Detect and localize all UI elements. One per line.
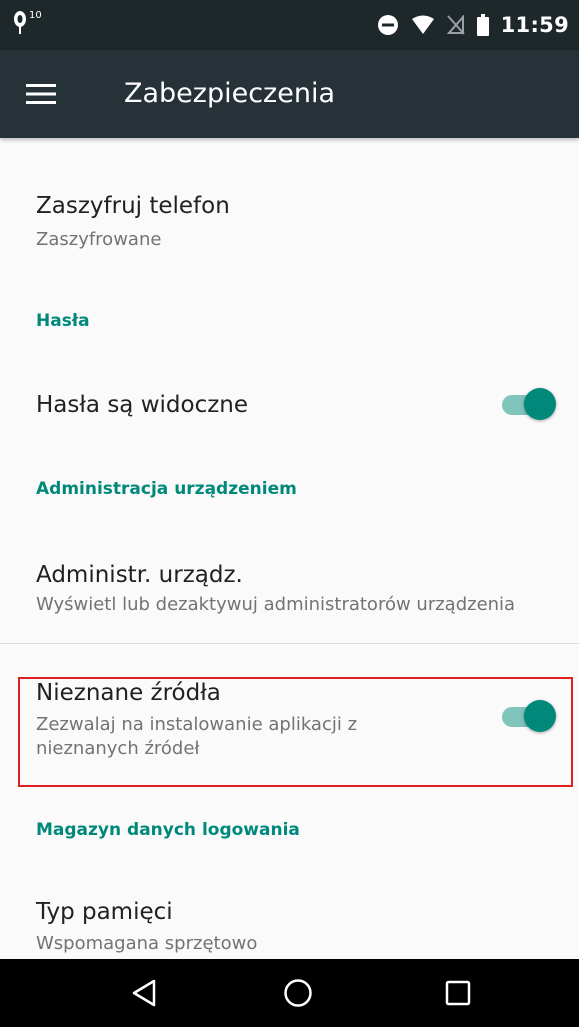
encrypt-phone-item[interactable]: Zaszyfruj telefon Zaszyfrowane — [0, 175, 579, 265]
unknown-sources-summary-line2: nieznanych źródeł — [36, 738, 200, 759]
storage-type-item[interactable]: Typ pamięci Wspomagana sprzętowo — [0, 885, 579, 959]
navigation-bar — [0, 959, 579, 1027]
hamburger-menu-button[interactable] — [24, 78, 64, 110]
home-button[interactable] — [268, 969, 328, 1017]
divider — [0, 643, 579, 644]
status-icons: 11:59 — [377, 0, 569, 50]
show-passwords-toggle[interactable] — [500, 384, 556, 424]
unknown-sources-item[interactable]: Nieznane źródła Zezwalaj na instalowanie… — [0, 670, 579, 790]
status-left: 10 — [12, 8, 42, 42]
device-admins-item[interactable]: Administr. urządz. Wyświetl lub dezaktyw… — [0, 545, 579, 641]
page-title: Zabezpieczenia — [124, 78, 336, 109]
notification-badge: 10 — [29, 10, 42, 21]
show-passwords-title: Hasła są widoczne — [36, 392, 249, 418]
status-bar: 10 11:59 — [0, 0, 579, 50]
storage-type-summary: Wspomagana sprzętowo — [36, 933, 258, 954]
encrypt-phone-title: Zaszyfruj telefon — [36, 193, 230, 219]
mic-notification-icon — [14, 11, 26, 34]
do-not-disturb-icon — [377, 15, 398, 35]
back-button[interactable] — [114, 969, 174, 1017]
show-passwords-item[interactable]: Hasła są widoczne — [0, 368, 579, 444]
toggle-thumb — [524, 700, 556, 732]
device-admins-summary: Wyświetl lub dezaktywuj administratorów … — [36, 594, 516, 615]
battery-icon — [476, 14, 489, 36]
storage-type-title: Typ pamięci — [36, 899, 173, 925]
unknown-sources-title: Nieznane źródła — [36, 680, 221, 706]
passwords-category-header: Hasła — [36, 311, 90, 331]
recents-icon — [445, 980, 471, 1006]
credential-storage-category-header: Magazyn danych logowania — [36, 820, 300, 840]
clock: 11:59 — [500, 13, 569, 37]
home-icon — [284, 979, 312, 1007]
device-admin-category-header: Administracja urządzeniem — [36, 479, 297, 499]
hamburger-menu-icon — [26, 84, 56, 104]
app-bar: Zabezpieczenia — [0, 50, 579, 138]
back-icon — [132, 979, 156, 1007]
wifi-icon — [411, 15, 434, 34]
no-sim-icon — [446, 15, 465, 35]
device-admins-title: Administr. urządz. — [36, 562, 243, 588]
toggle-thumb — [524, 388, 556, 420]
recents-button[interactable] — [428, 969, 488, 1017]
unknown-sources-toggle[interactable] — [500, 696, 556, 736]
encrypt-phone-summary: Zaszyfrowane — [36, 229, 162, 250]
